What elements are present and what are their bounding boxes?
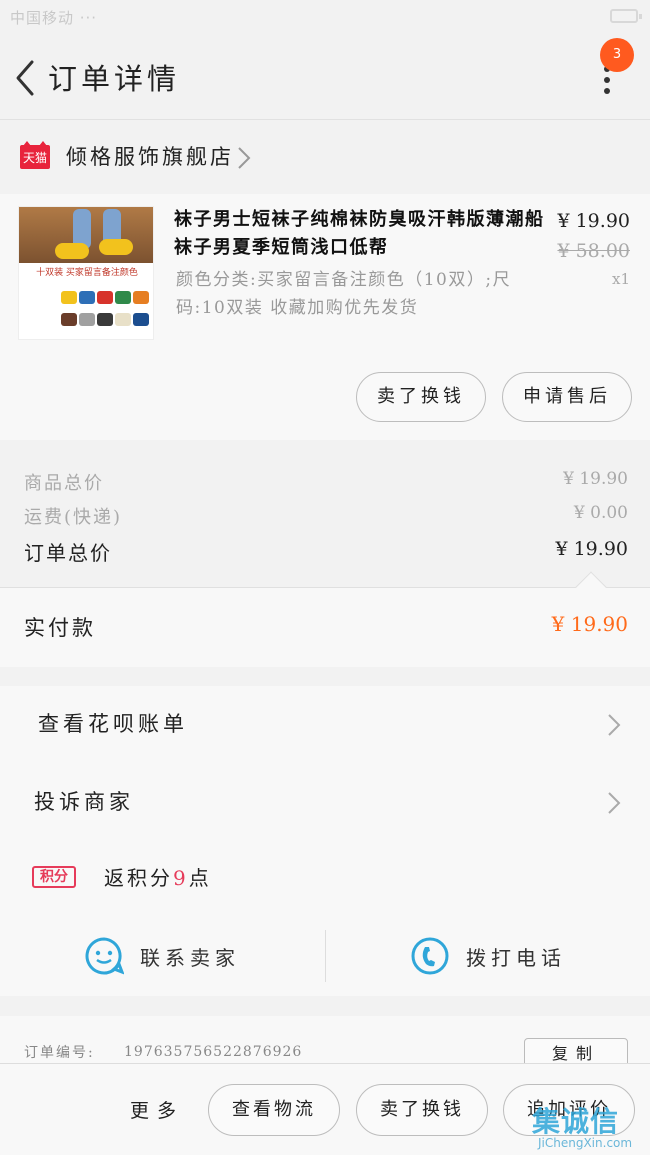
chevron-right-icon [238,147,251,169]
sell-button[interactable]: 卖了换钱 [356,372,486,422]
price-summary: 商品总价 ¥ 19.90 运费(快递) ¥ 0.00 订单总价 ¥ 19.90 [0,441,650,587]
sock-swatch [97,313,113,326]
phone-icon [411,937,449,975]
contact-seller-label: 联系卖家 [140,946,240,970]
watermark-main: 集诚信 [532,1105,620,1138]
points-icon: 积分 [32,866,76,888]
actual-payment-label: 实付款 [24,616,96,640]
tmall-icon: 天猫 [20,141,50,169]
goods-total-label: 商品总价 [24,473,104,494]
product-sku: 颜色分类:买家留言备注颜色（10双）;尺码:10双装 收藏加购优先发货 [176,270,512,318]
complain-seller-label: 投诉商家 [34,790,134,814]
thumbnail-caption: 十双装 买家留言备注颜色 [36,268,138,278]
sock-swatch [115,291,131,304]
contact-seller-button[interactable]: 联系卖家 [0,926,325,996]
order-total-value: ¥ 19.90 [555,538,628,560]
goods-total-value: ¥ 19.90 [563,469,628,489]
points-text: 返积分9点 [104,862,212,891]
battery-icon [610,9,642,23]
order-number: 1976357565228769​26 [124,1044,303,1060]
page-title: 订单详情 [48,62,181,96]
chat-bubble-icon [85,937,124,975]
product-title[interactable]: 袜子男士短袜子纯棉袜防臭吸汗韩版薄潮船袜子男夏季短筒浅口低帮 [174,206,550,262]
product-price: ¥ 19.90 [557,210,630,232]
back-arrow-icon[interactable] [12,58,42,98]
call-phone-button[interactable]: 拨打电话 [326,926,650,996]
product-thumbnail[interactable]: 十双装 买家留言备注颜色 [18,206,154,340]
sock-swatch [79,291,95,304]
after-sale-button[interactable]: 申请售后 [502,372,632,422]
carrier-text: 中国移动 ··· [10,9,98,27]
actual-payment-value: ¥ 19.90 [551,612,628,636]
shop-name[interactable]: 倾格服饰旗舰店 [66,141,234,171]
shipping-label: 运费(快递) [24,507,123,528]
product-quantity: x1 [611,270,630,288]
order-number-label: 订单编号: [24,1045,95,1061]
service-links: 查看花呗账单 投诉商家 积分 返积分9点 联系卖家 拨打电话 [0,686,650,996]
order-number-row: 订单编号: 1976357565228769​26 复制 [0,1016,650,1070]
actual-payment-row: 实付款 ¥ 19.90 [0,571,650,667]
app-header: 订单详情 3 [0,34,650,120]
sock-swatch [61,313,77,326]
call-phone-label: 拨打电话 [466,946,566,970]
huabei-bill-label: 查看花呗账单 [38,712,188,736]
sock-swatch [61,291,77,304]
product-card: 十双装 买家留言备注颜色 袜子男士短袜子纯棉袜防臭吸汗韩版薄潮船袜子男夏季短筒浅… [0,194,650,440]
product-original-price: ¥ 58.00 [557,240,630,262]
status-bar: 中国移动 ··· [0,0,650,34]
chevron-right-icon [608,792,621,814]
sock-swatch [97,291,113,304]
shop-row[interactable]: 天猫 倾格服饰旗舰店 [0,121,650,193]
shipping-value: ¥ 0.00 [573,503,628,523]
order-total-label: 订单总价 [24,541,112,565]
sock-swatch [133,291,149,304]
points-prefix: 返积分 [104,866,173,890]
huabei-bill-row[interactable]: 查看花呗账单 [0,686,650,764]
notification-badge[interactable]: 3 [600,38,634,72]
sock-swatch [115,313,131,326]
view-logistics-button[interactable]: 查看物流 [208,1084,340,1136]
points-value: 9 [173,866,189,890]
watermark-logo: 集诚信 JiChengXin.com [532,1100,650,1155]
complain-seller-row[interactable]: 投诉商家 [0,764,650,842]
more-button[interactable]: 更多 [130,1096,184,1123]
points-suffix: 点 [188,866,212,890]
sell-item-button[interactable]: 卖了换钱 [356,1084,488,1136]
sock-swatch [133,313,149,326]
sock-swatch [79,313,95,326]
watermark-sub: JiChengXin.com [538,1136,633,1150]
chevron-right-icon [608,714,621,736]
